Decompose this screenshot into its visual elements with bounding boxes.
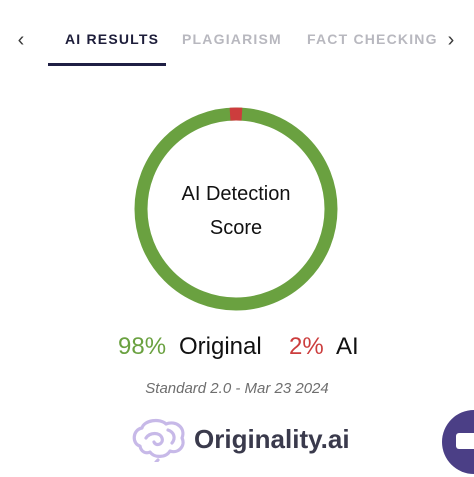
- chat-bubble-icon: [456, 433, 474, 449]
- chevron-left-icon[interactable]: ‹: [11, 29, 31, 51]
- brand-name: Originality.ai: [194, 424, 350, 454]
- score-breakdown: 98% Original 2% AI: [0, 331, 474, 363]
- original-label: Original: [179, 333, 262, 360]
- ai-label: AI: [336, 333, 359, 360]
- ring-caption-line1: AI Detection: [181, 183, 291, 205]
- tab-fact-checking[interactable]: FACT CHECKING: [307, 31, 438, 47]
- ring-caption: AI Detection Score: [134, 177, 338, 245]
- model-version-date: Standard 2.0 - Mar 23 2024: [145, 380, 329, 397]
- results-tab-bar: ‹ AI RESULTS PLAGIARISM FACT CHECKING ›: [0, 0, 474, 68]
- ai-detection-score-ring: AI Detection Score: [134, 107, 338, 311]
- chevron-right-icon[interactable]: ›: [441, 29, 461, 51]
- brand-logo-lockup: Originality.ai: [130, 414, 360, 464]
- brain-logo-icon: [132, 418, 185, 462]
- original-percent: 98%: [118, 333, 167, 360]
- chat-launcher-button[interactable]: [442, 410, 474, 474]
- ring-caption-line2: Score: [209, 217, 263, 239]
- tab-plagiarism[interactable]: PLAGIARISM: [182, 31, 282, 47]
- active-tab-indicator: [48, 63, 166, 66]
- tab-ai-results[interactable]: AI RESULTS: [65, 31, 159, 47]
- ai-results-page: ‹ AI RESULTS PLAGIARISM FACT CHECKING › …: [0, 0, 474, 477]
- ai-percent: 2%: [289, 333, 324, 360]
